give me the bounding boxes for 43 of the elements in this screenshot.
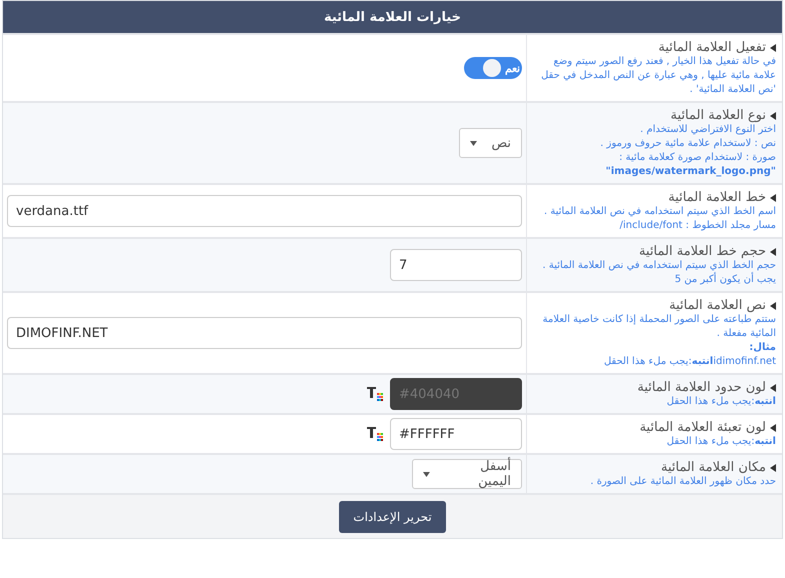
setting-title: نص العلامة المائية — [669, 298, 766, 313]
save-button[interactable]: تحرير الإعدادات — [339, 501, 446, 533]
input-field[interactable]: 7 — [390, 249, 522, 281]
setting-description: مثال: — [748, 341, 776, 355]
triangle-icon — [770, 248, 776, 256]
caret-icon — [423, 472, 430, 476]
toggle-switch[interactable]: نعم — [464, 57, 522, 79]
setting-title: خط العلامة المائية — [668, 190, 766, 205]
triangle-icon — [770, 302, 776, 310]
color-field[interactable]: #FFFFFF — [390, 418, 522, 450]
panel-title: خيارات العلامة المائية — [3, 1, 782, 33]
setting-description: انتبه:يجب ملء هذا الحقل — [666, 395, 776, 409]
setting-description: مسار مجلد الخطوط : include/font/ — [618, 219, 776, 233]
triangle-icon — [770, 112, 776, 120]
color-picker-icon — [366, 426, 384, 442]
triangle-icon — [770, 44, 776, 52]
triangle-icon — [770, 384, 776, 392]
setting-title: نوع العلامة المائية — [670, 108, 766, 123]
triangle-icon — [770, 464, 776, 472]
dropdown[interactable]: نص — [459, 128, 522, 158]
triangle-icon — [770, 194, 776, 202]
setting-description: نص : لاستخدام علامة مائية حروف ورموز . — [599, 137, 776, 151]
setting-title: حجم خط العلامة المائية — [639, 244, 766, 259]
color-picker-icon — [366, 386, 384, 402]
setting-description: حدد مكان ظهور العلامة المائية على الصورة . — [589, 475, 776, 489]
setting-description: "images/watermark_logo.png" — [604, 165, 776, 179]
setting-description: اختر النوع الافتراضي للاستخدام . — [639, 123, 776, 137]
input-field[interactable]: DIMOFINF.NET — [7, 317, 522, 349]
setting-description: حجم الخط الذي سيتم استخدامه في نص العلامة المائية . — [542, 259, 776, 272]
setting-title: لون حدود العلامة المائية — [637, 380, 766, 395]
setting-description: ستتم طباعته على الصور المحملة إذا كانت خاصية العلامة المائية مفعلة . — [542, 313, 776, 341]
setting-description: صورة : لاستخدام صورة كعلامة مائية : — [618, 151, 776, 165]
triangle-icon — [770, 424, 776, 432]
dropdown[interactable]: أسفل اليمين — [412, 459, 522, 489]
setting-description: يجب أن يكون أكبر من 5 — [674, 273, 776, 287]
setting-title: لون تعبئة العلامة المائية — [640, 420, 766, 435]
input-field[interactable]: verdana.ttf — [7, 195, 522, 227]
setting-title: تفعيل العلامة المائية — [658, 40, 766, 55]
setting-description: اسم الخط الذي سيتم استخدامه في نص العلامة المائية . — [542, 205, 776, 219]
setting-description: في حالة تفعيل هذا الخيار , فعند رفع الصور سيتم وضع علامة مائية عليها , وهي عبارة عن النص المدخل في حقل 'نص العلامة المائية' . — [540, 55, 776, 97]
setting-title: مكان العلامة المائية — [660, 460, 766, 475]
caret-icon — [470, 140, 478, 146]
setting-description: انتبه:يجب ملء هذا الحقل — [666, 435, 776, 449]
